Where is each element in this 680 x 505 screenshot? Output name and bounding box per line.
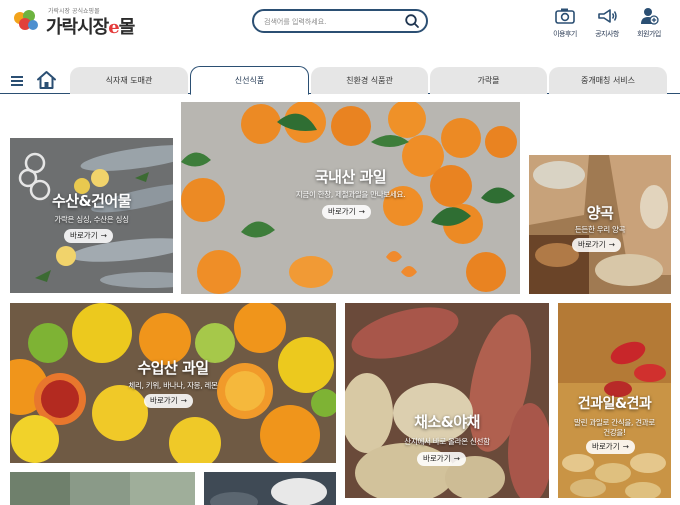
arrow-right-icon: → (608, 240, 615, 249)
category-card-partial-2[interactable] (204, 472, 336, 505)
arrow-right-icon: → (100, 231, 107, 240)
category-card-vegetable[interactable]: 채소&야채 산지에서 바로 올라온 신선함 바로가기 → (345, 303, 549, 498)
domestic-fruit-subtitle: 지금이 한창, 제철과일을 만나보세요. (295, 190, 406, 199)
header: 가락시장 공식쇼핑몰 가락시장e몰 이용후기 (0, 0, 680, 66)
search-input[interactable] (264, 14, 404, 29)
logo-text-end: 몰 (118, 17, 136, 38)
category-card-dried-fruit-nuts[interactable]: 건과일&견과 말린 과일로 간식을, 견과로 건강을! 바로가기 → (558, 303, 671, 498)
imported-fruit-overlay: 수입산 과일 체리, 키위, 바나나, 자몽, 레몬 바로가기 → (10, 303, 336, 463)
vegetable-subtitle: 산지에서 바로 올라온 신선함 (404, 437, 490, 446)
grain-overlay: 양곡 든든한 우리 양곡 바로가기 → (529, 155, 671, 294)
domestic-fruit-title: 국내산 과일 (314, 168, 387, 186)
camera-icon (555, 8, 575, 24)
imported-fruit-go-label: 바로가기 (150, 396, 178, 405)
logo-mark-icon (14, 10, 38, 30)
category-card-grain[interactable]: 양곡 든든한 우리 양곡 바로가기 → (529, 155, 671, 294)
dried-fruit-subtitle-2: 건강을! (603, 428, 626, 437)
dried-fruit-go-button[interactable]: 바로가기 → (586, 440, 635, 454)
tab-garak-mall[interactable]: 가락몰 (430, 67, 547, 94)
partial-image-1 (10, 472, 195, 505)
arrow-right-icon: → (180, 396, 187, 405)
tab-brokerage-service[interactable]: 중개매칭 서비스 (549, 67, 667, 94)
tab-fresh-food[interactable]: 신선식품 (190, 66, 309, 95)
logo-text-main: 가락시장 (46, 17, 109, 38)
category-card-partial-1[interactable] (10, 472, 195, 505)
grain-subtitle: 든든한 우리 양곡 (574, 225, 626, 234)
category-card-imported-fruit[interactable]: 수입산 과일 체리, 키위, 바나나, 자몽, 레몬 바로가기 → (10, 303, 336, 463)
vegetable-go-label: 바로가기 (423, 454, 451, 463)
domestic-fruit-overlay: 국내산 과일 지금이 한창, 제철과일을 만나보세요. 바로가기 → (181, 102, 520, 294)
vegetable-title: 채소&야채 (414, 413, 480, 431)
domestic-fruit-go-button[interactable]: 바로가기 → (322, 205, 371, 219)
main-navigation: 식자재 도매관 신선식품 친환경 식품관 가락몰 중개매칭 서비스 (0, 66, 680, 95)
tab-food-wholesale[interactable]: 식자재 도매관 (70, 67, 188, 94)
dried-fruit-overlay: 건과일&견과 말린 과일로 간식을, 견과로 건강을! 바로가기 → (558, 303, 671, 498)
tab-eco-food[interactable]: 친환경 식품관 (311, 67, 428, 94)
home-icon[interactable] (36, 70, 57, 90)
review-label: 이용후기 (553, 30, 577, 38)
seafood-title: 수산&건어물 (51, 192, 132, 210)
notice-link[interactable]: 공지사항 (592, 6, 622, 39)
vegetable-overlay: 채소&야채 산지에서 바로 올라온 신선함 바로가기 → (345, 303, 549, 498)
seafood-go-button[interactable]: 바로가기 → (64, 229, 113, 243)
imported-fruit-go-button[interactable]: 바로가기 → (144, 394, 193, 408)
domestic-fruit-go-label: 바로가기 (328, 207, 356, 216)
megaphone-icon (598, 9, 617, 23)
grain-go-button[interactable]: 바로가기 → (572, 238, 621, 252)
arrow-right-icon: → (453, 454, 460, 463)
grain-title: 양곡 (586, 204, 614, 222)
signup-label: 회원가입 (637, 30, 661, 38)
logo-text: 가락시장e몰 (46, 13, 136, 39)
vegetable-go-button[interactable]: 바로가기 → (417, 452, 466, 466)
search-icon[interactable] (404, 13, 420, 29)
user-add-icon (641, 8, 659, 25)
imported-fruit-subtitle: 체리, 키위, 바나나, 자몽, 레몬 (128, 381, 218, 390)
seafood-go-label: 바로가기 (70, 231, 98, 240)
arrow-right-icon: → (358, 207, 365, 216)
logo-text-e: e (108, 17, 119, 38)
imported-fruit-title: 수입산 과일 (137, 359, 209, 377)
dried-fruit-title: 건과일&견과 (577, 396, 652, 412)
category-card-domestic-fruit[interactable]: 국내산 과일 지금이 한창, 제철과일을 만나보세요. 바로가기 → (181, 102, 520, 294)
utility-menu: 이용후기 공지사항 회원가입 (550, 6, 664, 39)
logo[interactable]: 가락시장 공식쇼핑몰 가락시장e몰 (12, 6, 152, 39)
dried-fruit-go-label: 바로가기 (592, 442, 620, 451)
seafood-overlay: 수산&건어물 가락은 싱싱, 수산은 싱싱 바로가기 → (10, 138, 173, 293)
search-bar (252, 9, 428, 33)
signup-link[interactable]: 회원가입 (634, 6, 664, 39)
category-card-seafood[interactable]: 수산&건어물 가락은 싱싱, 수산은 싱싱 바로가기 → (10, 138, 173, 293)
page: 가락시장 공식쇼핑몰 가락시장e몰 이용후기 (0, 0, 680, 505)
notice-label: 공지사항 (595, 30, 619, 38)
arrow-right-icon: → (622, 442, 629, 451)
hamburger-menu-icon[interactable] (11, 76, 23, 86)
seafood-subtitle: 가락은 싱싱, 수산은 싱싱 (54, 215, 129, 224)
grain-go-label: 바로가기 (578, 240, 606, 249)
review-link[interactable]: 이용후기 (550, 6, 580, 39)
partial-image-2 (204, 472, 336, 505)
